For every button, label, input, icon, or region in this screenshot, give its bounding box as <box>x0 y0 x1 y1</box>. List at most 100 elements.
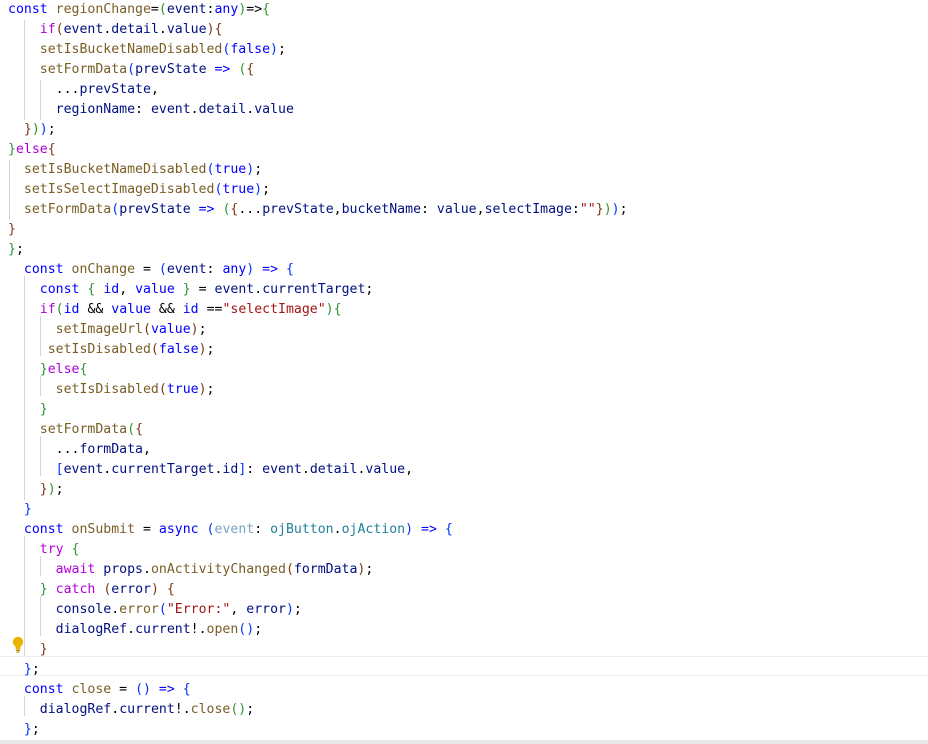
code-token: event <box>166 2 207 17</box>
code-line[interactable]: }); <box>8 480 64 500</box>
code-token: , <box>119 282 136 297</box>
code-token: . <box>158 22 167 37</box>
code-line[interactable]: if(id && value && id =="selectImage"){ <box>8 300 342 320</box>
code-token: onChange <box>71 262 136 277</box>
code-line[interactable]: } <box>8 220 16 240</box>
code-line[interactable]: setFormData(prevState => ({ <box>8 60 254 80</box>
code-line[interactable]: } catch (error) { <box>8 580 175 600</box>
code-line[interactable]: setIsDisabled(true); <box>8 380 215 400</box>
code-line[interactable]: console.error("Error:", error); <box>8 600 302 620</box>
code-line[interactable]: setIsBucketNameDisabled(true); <box>8 160 262 180</box>
code-line[interactable]: ...prevState, <box>8 80 159 100</box>
code-token: () <box>135 682 151 697</box>
code-token: => <box>158 682 175 697</box>
code-line[interactable]: try { <box>8 540 80 560</box>
code-line[interactable]: setFormData(prevState => ({...prevState,… <box>8 200 628 220</box>
code-token: } <box>23 502 32 517</box>
code-line[interactable]: await props.onActivityChanged(formData); <box>8 560 374 580</box>
code-token: ) <box>603 202 612 217</box>
lightbulb-icon[interactable] <box>11 636 25 654</box>
code-token: event <box>150 102 191 117</box>
code-token: else <box>47 362 80 377</box>
code-line[interactable]: setIsSelectImageDisabled(true); <box>8 180 270 200</box>
code-line[interactable]: ...formData, <box>8 440 151 460</box>
code-token: dialogRef <box>55 622 128 637</box>
code-token: = <box>135 522 159 537</box>
code-token: detail <box>111 22 159 37</box>
code-token: ; <box>31 722 40 737</box>
code-token: { <box>47 142 56 157</box>
code-line[interactable]: const { id, value } = event.currentTarge… <box>8 280 374 300</box>
code-token: error <box>246 602 286 617</box>
code-token: ; <box>278 42 286 57</box>
code-token: == <box>198 302 223 317</box>
code-line[interactable]: const onChange = (event: any) => { <box>8 260 294 280</box>
code-token: !. <box>174 702 191 717</box>
code-token: setIsDisabled <box>47 342 151 357</box>
code-token: { <box>333 302 342 317</box>
code-token: ; <box>365 282 374 297</box>
code-token: formData <box>293 562 358 577</box>
code-line[interactable]: dialogRef.current!.open(); <box>8 620 263 640</box>
code-line[interactable]: setFormData({ <box>8 420 143 440</box>
code-token: value <box>254 102 294 117</box>
code-token: !. <box>190 622 207 637</box>
code-token: const <box>39 282 88 297</box>
code-line[interactable]: const onSubmit = async (event: ojButton.… <box>8 520 453 540</box>
code-line[interactable]: } <box>8 500 32 520</box>
code-line[interactable]: setImageUrl(value); <box>8 320 207 340</box>
code-token: ( <box>206 522 215 537</box>
code-token: } <box>39 362 48 377</box>
code-token: ( <box>158 602 167 617</box>
code-line[interactable]: regionName: event.detail.value <box>8 100 294 120</box>
code-token: ; <box>262 182 271 197</box>
code-line[interactable]: }; <box>8 720 40 740</box>
code-token: selectImage <box>484 202 572 217</box>
code-line[interactable]: const regionChange=(event:any)=>{ <box>8 0 270 20</box>
code-token: } <box>8 242 16 257</box>
code-line[interactable]: }; <box>8 240 24 260</box>
code-line[interactable]: }; <box>8 660 40 680</box>
code-token: } <box>39 482 48 497</box>
code-token: false <box>230 42 271 57</box>
code-token: id <box>63 302 80 317</box>
code-line[interactable]: setIsDisabled(false); <box>8 340 215 360</box>
code-line[interactable]: })); <box>8 120 56 140</box>
code-line[interactable]: } <box>8 400 48 420</box>
code-token: ( <box>150 342 159 357</box>
horizontal-scrollbar[interactable] <box>0 740 928 744</box>
code-line[interactable]: }else{ <box>8 140 56 160</box>
code-line[interactable]: dialogRef.current!.close(); <box>8 700 254 720</box>
code-token: false <box>158 342 199 357</box>
code-line[interactable]: }else{ <box>8 360 88 380</box>
code-token: ) <box>270 42 278 57</box>
code-line[interactable]: if(event.detail.value){ <box>8 20 223 40</box>
code-token: async <box>158 522 199 537</box>
code-line[interactable]: [event.currentTarget.id]: event.detail.v… <box>8 460 413 480</box>
code-line[interactable]: setIsBucketNameDisabled(false); <box>8 40 286 60</box>
code-token: value <box>365 462 406 477</box>
code-token: && <box>79 302 112 317</box>
code-line[interactable]: const close = () => { <box>8 680 191 700</box>
code-token: formData <box>79 442 143 457</box>
code-token: ( <box>55 22 64 37</box>
code-token: any <box>222 262 247 277</box>
code-token: ) <box>39 122 48 137</box>
code-token: "selectImage" <box>222 302 326 317</box>
code-token: onActivityChanged <box>150 562 286 577</box>
code-token: : <box>571 202 580 217</box>
code-editor[interactable]: const regionChange=(event:any)=>{ if(eve… <box>0 0 928 744</box>
code-token: . <box>111 702 120 717</box>
